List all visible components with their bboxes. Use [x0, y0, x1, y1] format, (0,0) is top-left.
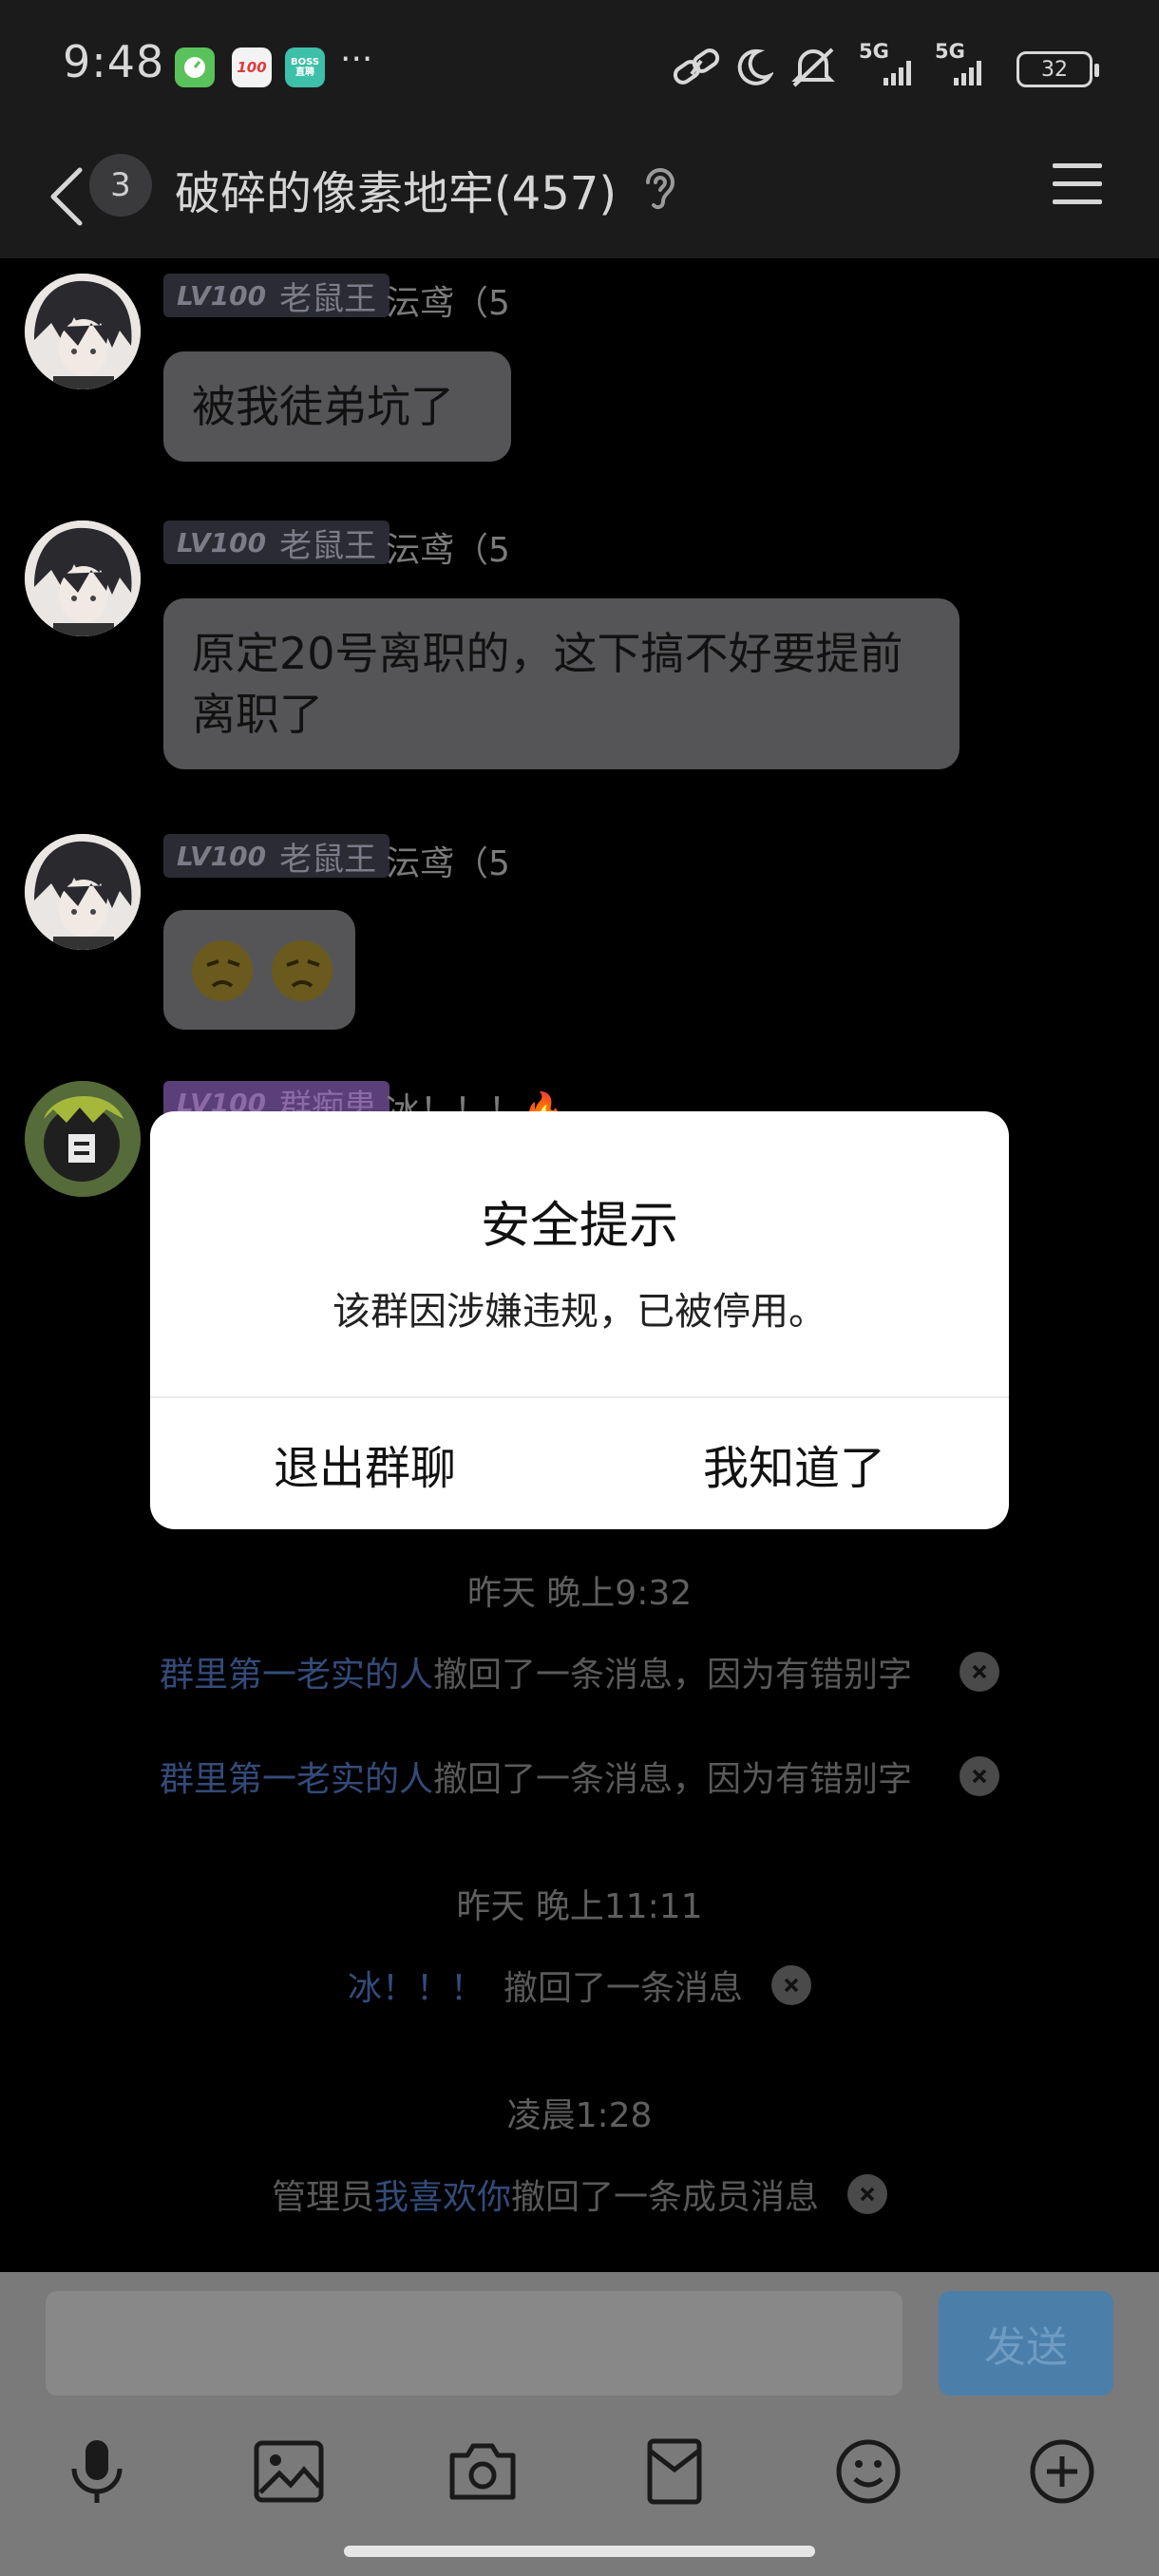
link-icon [673, 48, 720, 85]
cartoon-avatar-image [25, 1081, 141, 1197]
level-label: LV100 [177, 279, 267, 312]
recall-notice: 冰！！！ 撤回了一条消息 [0, 1960, 1159, 2010]
do-not-disturb-moon-icon [737, 48, 773, 85]
member-title: 老鼠王 [279, 526, 377, 565]
recall-notice: 群里第一老实的人 撤回了一条消息，因为有错别字 [0, 1752, 1159, 1801]
member-title: 老鼠王 [279, 279, 377, 318]
plus-icon[interactable] [1024, 2434, 1100, 2510]
recall-text: 撤回了一条成员消息 [511, 2178, 820, 2217]
anime-avatar-image [25, 274, 141, 389]
close-icon[interactable] [847, 2174, 888, 2214]
network-5g-label: 5G [935, 40, 965, 63]
home-indicator[interactable] [344, 2546, 815, 2557]
close-icon[interactable] [771, 1965, 812, 2005]
avatar[interactable] [25, 274, 141, 389]
member-title: 老鼠王 [279, 840, 377, 879]
network-5g-label: 5G [859, 40, 889, 63]
exit-group-button[interactable]: 退出群聊 [150, 1398, 580, 1529]
recall-text: 撤回了一条消息，因为有错别字 [433, 1760, 913, 1799]
anime-avatar-image [25, 521, 141, 636]
image-icon[interactable] [251, 2434, 327, 2510]
avatar[interactable] [25, 1081, 141, 1197]
camera-icon[interactable] [445, 2434, 521, 2510]
silent-bell-icon [791, 47, 835, 87]
worried-face-emoji-icon [192, 940, 332, 1001]
unread-count-badge: 3 [89, 154, 152, 217]
member-level-badge: LV100 老鼠王 [163, 521, 390, 565]
dialog-message: 该群因涉嫌违规，已被停用。 [332, 1290, 826, 1334]
user-link[interactable]: 冰！！！ [348, 1960, 484, 2010]
back-button[interactable] [38, 154, 95, 239]
sender-name[interactable]: 沄鸢（5 [386, 275, 510, 325]
microphone-icon[interactable] [59, 2434, 135, 2510]
chat-header: 3 破碎的像素地牢(457) [0, 133, 1159, 258]
red-packet-icon[interactable] [636, 2434, 712, 2510]
more-notifications-icon: ··· [340, 40, 373, 79]
status-time: 9:48 [63, 36, 165, 87]
timestamp: 昨天 晚上11:11 [456, 1887, 703, 1926]
timestamp: 凌晨1:28 [506, 2096, 653, 2135]
screen: 9:48 100 BOSS 直聘 ··· 5G 5G 32 3 破碎的像素地牢(… [0, 0, 1159, 2576]
battery-indicator: 32 [1016, 51, 1099, 87]
sender-name[interactable]: 沄鸢（5 [386, 522, 510, 572]
recall-text: 撤回了一条消息 [504, 1969, 744, 2008]
avatar[interactable] [25, 521, 141, 636]
status-bar: 9:48 100 BOSS 直聘 ··· 5G 5G 32 [0, 0, 1159, 133]
acknowledge-button[interactable]: 我知道了 [580, 1398, 1009, 1529]
send-button[interactable]: 发送 [939, 2291, 1113, 2396]
user-link[interactable]: 群里第一老实的人 [160, 1647, 433, 1696]
timestamp: 昨天 晚上9:32 [466, 1574, 693, 1613]
member-level-badge: LV100 老鼠王 [163, 834, 390, 879]
recall-notice: 群里第一老实的人 撤回了一条消息，因为有错别字 [0, 1647, 1159, 1696]
sender-name[interactable]: 沄鸢（5 [386, 836, 510, 885]
member-level-badge: LV100 老鼠王 [163, 274, 390, 318]
recall-notice: 管理员 我喜欢你 撤回了一条成员消息 [0, 2169, 1159, 2219]
menu-icon[interactable] [1049, 158, 1106, 211]
timer-app-icon [175, 47, 215, 87]
message-input[interactable] [46, 2291, 902, 2396]
emoji-message-bubble[interactable] [163, 910, 355, 1030]
close-icon[interactable] [960, 1652, 1000, 1692]
level-label: LV100 [177, 526, 267, 559]
group-title[interactable]: 破碎的像素地牢(457) [175, 156, 617, 222]
security-alert-dialog: 安全提示 该群因涉嫌违规，已被停用。 退出群聊 我知道了 [150, 1111, 1009, 1529]
anime-avatar-image [25, 834, 141, 950]
close-icon[interactable] [960, 1756, 1000, 1796]
message-bubble[interactable]: 原定20号离职的，这下搞不好要提前离职了 [163, 598, 960, 769]
input-bar: 发送 [0, 2272, 1159, 2576]
boss-zhipin-app-icon: BOSS 直聘 [285, 47, 325, 87]
message-bubble[interactable]: 被我徒弟坑了 [163, 351, 511, 462]
chevron-left-icon [50, 167, 83, 226]
avatar[interactable] [25, 834, 141, 950]
recall-text: 撤回了一条消息，因为有错别字 [433, 1656, 913, 1695]
user-link[interactable]: 群里第一老实的人 [160, 1752, 433, 1801]
emoji-icon[interactable] [830, 2434, 906, 2510]
signal-bars-icon [884, 61, 911, 85]
100-app-icon: 100 [232, 47, 272, 87]
recall-prefix: 管理员 [271, 2178, 374, 2217]
dialog-title: 安全提示 [480, 1198, 678, 1255]
ear-icon[interactable] [638, 161, 682, 215]
level-label: LV100 [177, 840, 267, 872]
signal-bars-icon [954, 61, 981, 85]
user-link[interactable]: 我喜欢你 [374, 2169, 511, 2219]
